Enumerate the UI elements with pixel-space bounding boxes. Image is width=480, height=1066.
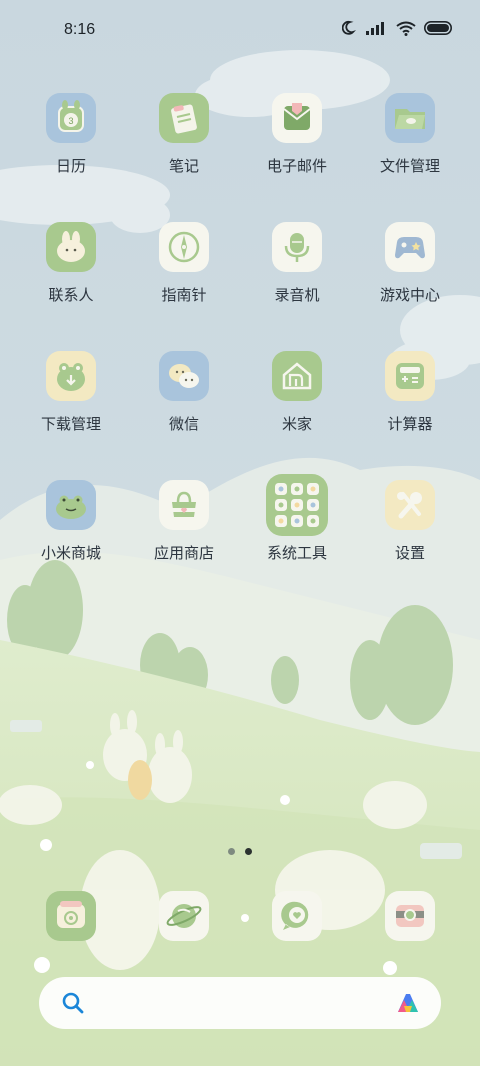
app-label: 录音机 (274, 287, 320, 304)
app-store-icon (159, 480, 209, 530)
app-downloads[interactable]: 下载管理 (21, 351, 121, 434)
app-label: 微信 (168, 416, 199, 433)
app-calendar[interactable]: 3 日历 (21, 93, 121, 176)
page-dot-active[interactable] (245, 848, 252, 855)
assistant-icon[interactable] (395, 990, 421, 1016)
signal-icon (366, 22, 384, 35)
browser-icon (159, 891, 209, 941)
app-recorder[interactable]: 录音机 (247, 222, 347, 305)
dock-phone[interactable] (46, 891, 96, 941)
status-time: 8:16 (64, 21, 96, 38)
battery-icon (424, 21, 452, 35)
camera-icon (385, 891, 435, 941)
mijia-icon (272, 351, 322, 401)
page-indicator (0, 848, 480, 855)
app-notes[interactable]: 笔记 (134, 93, 234, 176)
app-label: 下载管理 (40, 416, 101, 433)
app-label: 电子邮件 (266, 158, 327, 175)
app-label: 联系人 (48, 287, 94, 304)
app-label: 文件管理 (379, 158, 440, 175)
app-compass[interactable]: 指南针 (134, 222, 234, 305)
app-folder-system-tools[interactable]: 系统工具 (247, 474, 347, 563)
email-icon (272, 93, 322, 143)
notes-icon (159, 93, 209, 143)
app-settings[interactable]: 设置 (360, 480, 460, 563)
dock-camera[interactable] (385, 891, 435, 941)
app-mi-store[interactable]: 小米商城 (21, 480, 121, 563)
dock-browser[interactable] (159, 891, 209, 941)
settings-icon (385, 480, 435, 530)
app-label: 笔记 (168, 158, 199, 175)
mi-store-icon (46, 480, 96, 530)
messages-icon (272, 891, 322, 941)
recorder-icon (272, 222, 322, 272)
app-label: 米家 (281, 416, 312, 433)
svg-text:3: 3 (68, 116, 73, 126)
app-label: 游戏中心 (379, 287, 440, 304)
moon-icon (342, 20, 357, 35)
folder-system-tools-icon (266, 474, 328, 536)
app-mijia[interactable]: 米家 (247, 351, 347, 434)
app-label: 计算器 (387, 416, 433, 433)
dock-messages[interactable] (272, 891, 322, 941)
calendar-icon: 3 (46, 93, 96, 143)
phone-icon (46, 891, 96, 941)
app-label: 小米商城 (40, 545, 101, 562)
status-icons (342, 20, 452, 36)
status-bar: 8:16 (0, 0, 480, 62)
app-calculator[interactable]: 计算器 (360, 351, 460, 434)
app-label: 日历 (55, 158, 86, 175)
app-app-store[interactable]: 应用商店 (134, 480, 234, 563)
app-label: 系统工具 (266, 545, 327, 562)
search-bar[interactable] (39, 977, 441, 1029)
app-email[interactable]: 电子邮件 (247, 93, 347, 176)
search-icon[interactable] (61, 991, 85, 1015)
folder-icon (385, 93, 435, 143)
app-game-center[interactable]: 游戏中心 (360, 222, 460, 305)
app-wechat[interactable]: 微信 (134, 351, 234, 434)
app-label: 指南针 (161, 287, 207, 304)
app-label: 应用商店 (153, 545, 214, 562)
app-file-manager[interactable]: 文件管理 (360, 93, 460, 176)
compass-icon (159, 222, 209, 272)
app-label: 设置 (394, 545, 425, 562)
gamepad-icon (385, 222, 435, 272)
download-icon (46, 351, 96, 401)
contacts-icon (46, 222, 96, 272)
calculator-icon (385, 351, 435, 401)
wechat-icon (159, 351, 209, 401)
wifi-icon (396, 21, 416, 36)
app-contacts[interactable]: 联系人 (21, 222, 121, 305)
page-dot[interactable] (228, 848, 235, 855)
